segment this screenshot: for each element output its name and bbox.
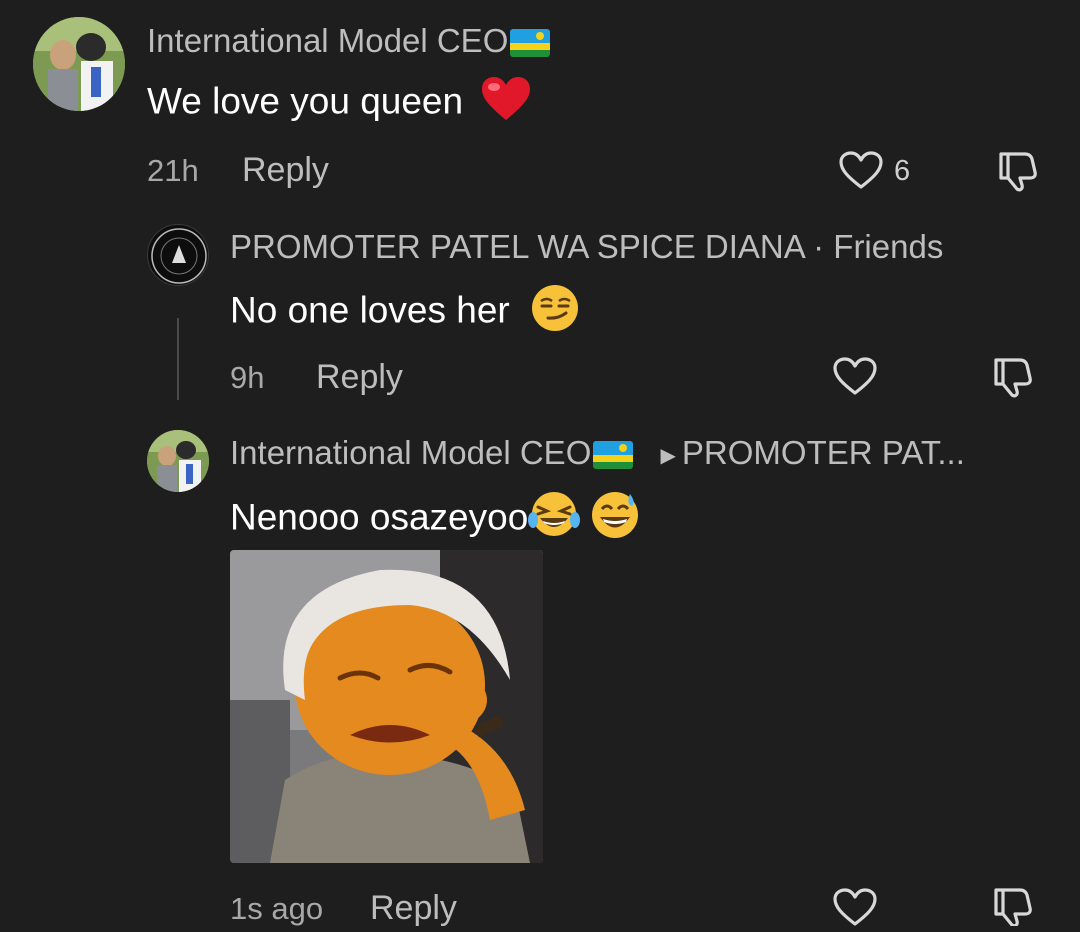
grinning-sweat-icon — [590, 490, 640, 549]
avatar-photo — [33, 17, 125, 111]
comment-text: We love you queen — [147, 80, 464, 122]
comment-text: No one loves her — [230, 289, 510, 331]
rwanda-flag-icon — [510, 29, 551, 58]
username[interactable]: International Model CEO — [230, 434, 591, 471]
timestamp: 9h — [230, 360, 265, 395]
username[interactable]: PROMOTER PATEL WA SPICE DIANA — [230, 228, 804, 265]
dislike-button[interactable] — [995, 148, 1041, 197]
heart-outline-icon — [833, 888, 877, 926]
thumbs-down-icon — [999, 152, 1037, 192]
avatar[interactable] — [147, 430, 209, 492]
username[interactable]: International Model CEO — [147, 22, 508, 59]
like-button[interactable] — [832, 887, 878, 932]
thumbs-down-icon — [994, 888, 1032, 928]
timestamp: 1s ago — [230, 891, 324, 926]
avatar[interactable] — [33, 17, 125, 111]
comment-text: Nenooo osazeyoo — [230, 496, 529, 538]
thread-line — [177, 318, 179, 400]
avatar-photo — [147, 430, 209, 492]
thumbs-down-icon — [994, 358, 1032, 398]
timestamp: 21h — [147, 153, 199, 188]
rwanda-flag-icon — [593, 441, 634, 470]
dislike-button[interactable] — [990, 884, 1036, 931]
heart-outline-icon — [833, 357, 877, 395]
tears-of-joy-icon — [528, 490, 581, 549]
red-heart-icon — [481, 76, 531, 131]
promoter-logo-icon — [151, 228, 207, 284]
dislike-button[interactable] — [990, 354, 1036, 403]
like-button[interactable] — [832, 356, 878, 401]
reply-button[interactable]: Reply — [242, 151, 329, 190]
heart-outline-icon — [839, 151, 883, 189]
crying-character-illustration — [230, 550, 543, 863]
smirking-face-icon — [530, 283, 580, 342]
sticker-image[interactable] — [230, 550, 543, 863]
reply-arrow-icon: ▶ — [660, 444, 676, 467]
avatar[interactable] — [147, 224, 209, 286]
like-button[interactable] — [838, 150, 884, 195]
reply-to-username[interactable]: PROMOTER PAT... — [682, 434, 965, 471]
friends-tag: · Friends — [813, 228, 944, 265]
reply-button[interactable]: Reply — [316, 358, 403, 397]
like-count: 6 — [894, 155, 911, 187]
reply-button[interactable]: Reply — [370, 889, 457, 928]
